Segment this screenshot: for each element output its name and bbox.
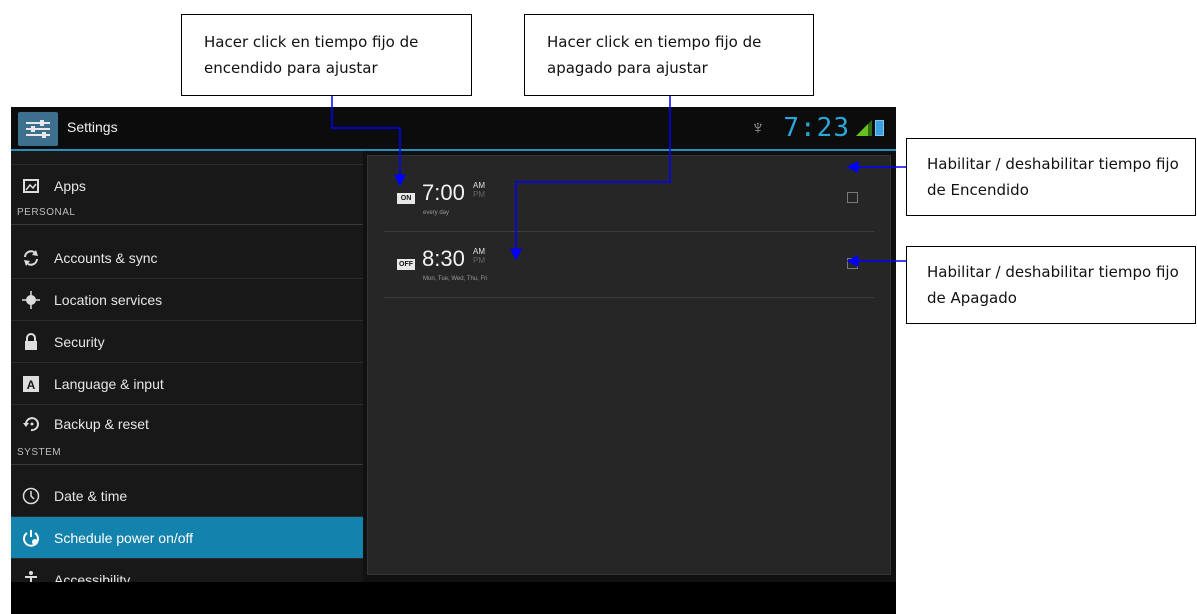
sidebar-item-date-time[interactable]: Date & time — [11, 475, 363, 517]
power-on-checkbox[interactable] — [847, 192, 858, 203]
signal-icon — [856, 120, 872, 136]
accessibility-icon — [21, 570, 41, 582]
action-bar: Settings ♆ 7:23 — [11, 107, 896, 151]
sidebar-item-label: Apps — [54, 178, 86, 194]
sidebar-item-language[interactable]: A Language & input — [11, 363, 363, 405]
power-on-ampm: AM PM — [473, 181, 485, 199]
status-bar: ♆ 7:23 — [750, 113, 884, 143]
callout-enable-power-off: Habilitar / deshabilitar tiempo fijo de … — [906, 246, 1196, 324]
power-on-days: every day — [423, 210, 450, 216]
sync-icon — [21, 248, 41, 268]
settings-sidebar: Apps PERSONAL Accounts & sync Location s… — [11, 151, 363, 582]
power-off-time[interactable]: 8:30 — [422, 246, 465, 272]
sidebar-item-label: Backup & reset — [54, 416, 149, 432]
sidebar-item-label: Security — [54, 333, 105, 350]
usb-icon: ♆ — [750, 116, 766, 139]
sidebar-item-backup[interactable]: Backup & reset — [11, 405, 363, 443]
sidebar-item-label: Language & input — [54, 375, 164, 392]
sidebar-item-label: Location services — [54, 291, 163, 308]
sidebar-item-label: Accounts & sync — [54, 249, 158, 266]
callout-power-off-time: Hacer click en tiempo fijo de apagado pa… — [524, 14, 814, 96]
sidebar-item-schedule-power[interactable]: Schedule power on/off — [11, 517, 363, 559]
sidebar-item-label: Date & time — [54, 487, 128, 504]
tablet-screen: Settings ♆ 7:23 Apps PERSONAL Accounts &… — [11, 107, 896, 614]
power-off-checkbox[interactable] — [847, 258, 858, 269]
section-header-personal: PERSONAL — [11, 207, 363, 225]
sidebar-item-security[interactable]: Security — [11, 321, 363, 363]
power-on-row[interactable]: ON 7:00 AM PM every day — [384, 166, 874, 232]
section-header-system: SYSTEM — [11, 447, 363, 465]
status-clock: 7:23 — [783, 113, 850, 143]
backup-icon — [21, 414, 41, 434]
callout-power-on-time: Hacer click en tiempo fijo de encendido … — [181, 14, 472, 96]
sidebar-item-location[interactable]: Location services — [11, 279, 363, 321]
sidebar-item-accessibility[interactable]: Accessibility — [11, 559, 363, 582]
power-off-ampm: AM PM — [473, 247, 485, 265]
callout-enable-power-on: Habilitar / deshabilitar tiempo fijo de … — [906, 138, 1196, 216]
settings-app-icon[interactable] — [18, 112, 58, 146]
svg-text:A: A — [27, 378, 36, 392]
power-off-badge: OFF — [397, 259, 415, 270]
bottom-bar — [11, 582, 896, 614]
sidebar-item-accounts-sync[interactable]: Accounts & sync — [11, 237, 363, 279]
power-off-row[interactable]: OFF 8:30 AM PM Mon, Tue, Wed, Thu, Fri — [384, 232, 874, 298]
power-on-badge: ON — [397, 193, 415, 204]
clock-icon — [21, 486, 41, 506]
power-schedule-icon — [21, 528, 41, 548]
app-title: Settings — [67, 119, 118, 135]
sidebar-item-previous[interactable] — [11, 151, 363, 165]
battery-icon — [875, 120, 884, 136]
sidebar-item-label: Schedule power on/off — [54, 529, 194, 546]
sidebar-item-label: Accessibility — [54, 571, 131, 583]
power-off-days: Mon, Tue, Wed, Thu, Fri — [423, 276, 488, 282]
apps-icon — [21, 176, 41, 196]
lock-icon — [21, 332, 41, 352]
language-icon: A — [21, 374, 41, 394]
power-on-time[interactable]: 7:00 — [422, 180, 465, 206]
schedule-pane: ON 7:00 AM PM every day OFF 8:30 AM PM Mon… — [367, 155, 891, 575]
sidebar-item-apps[interactable]: Apps — [11, 167, 363, 205]
location-icon — [21, 290, 41, 310]
